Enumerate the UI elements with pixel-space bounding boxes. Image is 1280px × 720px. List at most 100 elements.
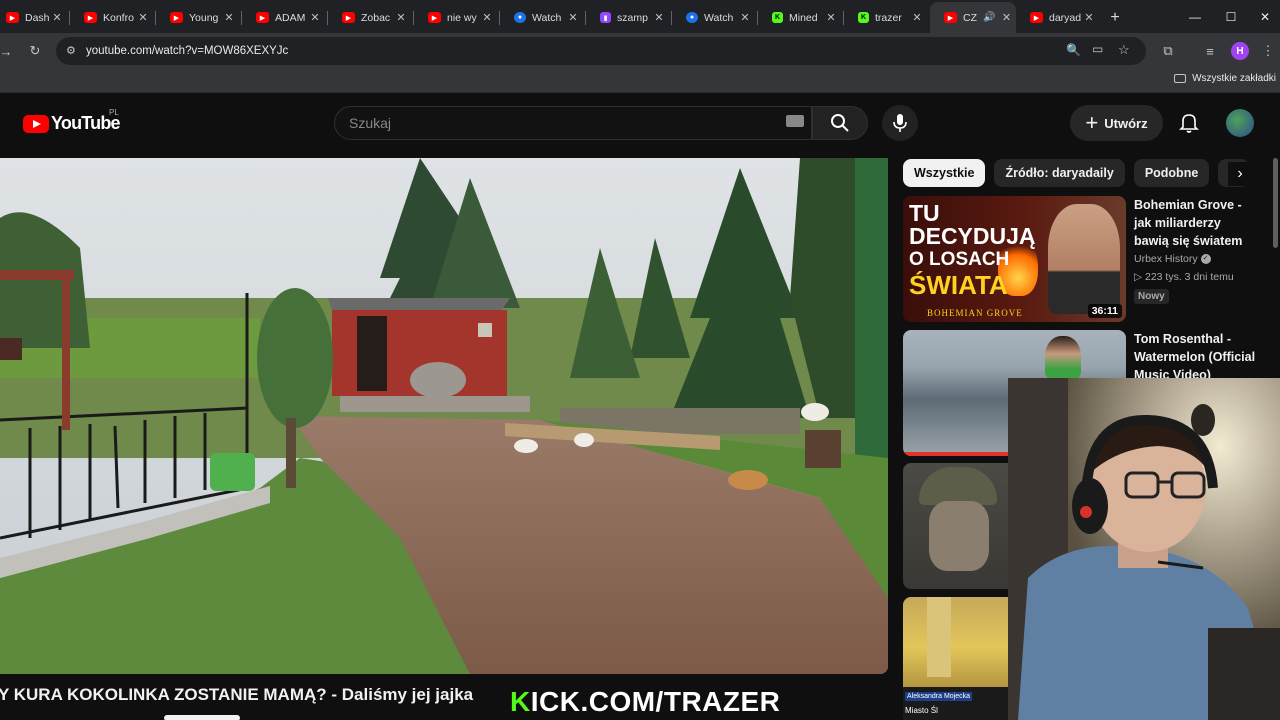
tab-label: trazer xyxy=(875,11,902,24)
tab-label: Watch xyxy=(704,11,734,24)
video-thumbnail[interactable]: TU DECYDUJĄ O LOSACH ŚWIATA BOHEMIAN GRO… xyxy=(903,196,1126,322)
bookmark-star-icon[interactable]: ☆ xyxy=(1118,42,1130,58)
tab-label: szamp xyxy=(617,11,648,24)
browser-tab[interactable]: ▮ szamp ✕ xyxy=(586,2,672,33)
browser-tab-active[interactable]: ▶ CZ 🔊 ✕ xyxy=(930,2,1016,33)
tab-close-icon[interactable]: ✕ xyxy=(910,11,924,24)
youtube-play-icon xyxy=(23,114,49,133)
maximize-button[interactable]: ☐ xyxy=(1212,0,1250,33)
tab-close-icon[interactable]: ✕ xyxy=(136,11,150,24)
globe-favicon-icon: ● xyxy=(514,12,526,23)
thumbnail-line-3: O LOSACH xyxy=(909,249,1010,270)
video-title[interactable]: Tom Rosenthal - Watermelon (Official Mus… xyxy=(1134,330,1259,384)
thumbnail-figure xyxy=(1045,336,1081,380)
profile-letter: H xyxy=(1236,45,1244,57)
tab-label: Zobac xyxy=(361,11,391,24)
filter-chips: Wszystkie Źródło: daryadaily Podobne D xyxy=(903,159,1263,187)
all-bookmarks-button[interactable]: Wszystkie zakładki xyxy=(1174,73,1276,84)
video-frame-image xyxy=(0,158,888,674)
youtube-favicon-icon: ▶ xyxy=(170,12,183,23)
browser-tab[interactable]: ▶ Zobac ✕ xyxy=(328,2,414,33)
chip-all[interactable]: Wszystkie xyxy=(903,159,986,187)
channel-label: Urbex History xyxy=(1134,253,1198,265)
tab-close-icon[interactable]: ✕ xyxy=(1082,11,1096,24)
tab-label: Mined xyxy=(789,11,818,24)
sidebar-scrollbar[interactable] xyxy=(1273,158,1278,248)
browser-tab[interactable]: ▶ nie wy ✕ xyxy=(414,2,500,33)
verified-check-icon: ✓ xyxy=(1200,254,1211,265)
tab-label: daryad xyxy=(1049,11,1082,24)
plus-icon: + xyxy=(1085,110,1099,135)
address-bar[interactable]: ⚙ youtube.com/watch?v=MOW86XEXYJc 🔍 ▭ ☆ xyxy=(56,37,1146,65)
profile-avatar[interactable]: H xyxy=(1231,42,1249,60)
search-button[interactable] xyxy=(812,106,868,140)
thumbnail-line-2: DECYDUJĄ xyxy=(909,223,1036,249)
account-avatar[interactable] xyxy=(1226,109,1254,137)
url-text: youtube.com/watch?v=MOW86XEXYJc xyxy=(86,45,289,57)
browser-tab[interactable]: K Mined ✕ xyxy=(758,2,844,33)
browser-tab[interactable]: ▶ ADAM ✕ xyxy=(242,2,328,33)
video-player[interactable] xyxy=(0,158,888,674)
youtube-favicon-icon: ▶ xyxy=(256,12,269,23)
tab-close-icon[interactable]: ✕ xyxy=(222,11,236,24)
video-duration: 36:11 xyxy=(1087,304,1122,318)
create-label: Utwórz xyxy=(1104,115,1148,131)
thumbnail-soldier-face xyxy=(929,501,989,571)
browser-tab[interactable]: ▶ Konfro ✕ xyxy=(70,2,156,33)
search-box xyxy=(334,106,812,140)
webcam-image xyxy=(1008,378,1280,720)
window-close-button[interactable]: ✕ xyxy=(1246,0,1280,33)
create-button[interactable]: + Utwórz xyxy=(1070,105,1163,141)
tab-close-icon[interactable]: ✕ xyxy=(566,11,580,24)
streamer-webcam xyxy=(1008,378,1280,720)
thumbnail-subcaption: Miasto Śl xyxy=(905,706,938,715)
thumbnail-line-1: TU xyxy=(909,200,940,226)
media-control-icon[interactable]: ≡ xyxy=(1200,41,1220,61)
youtube-favicon-icon: ▶ xyxy=(342,12,355,23)
tab-close-icon[interactable]: ✕ xyxy=(308,11,322,24)
voice-search-button[interactable] xyxy=(882,105,918,141)
new-tab-button[interactable]: + xyxy=(1102,2,1128,33)
browser-menu-icon[interactable]: ⋮ xyxy=(1258,41,1278,61)
extensions-icon[interactable]: ⧉ xyxy=(1158,41,1178,61)
kick-overlay-text: KICK.COM/TRAZER xyxy=(510,686,780,718)
zoom-icon[interactable]: 🔍 xyxy=(1066,43,1081,57)
tab-close-icon[interactable]: ✕ xyxy=(652,11,666,24)
tab-close-icon[interactable]: ✕ xyxy=(480,11,494,24)
reload-icon[interactable]: ↻ xyxy=(25,41,45,61)
tab-label: Watch xyxy=(532,11,562,24)
tab-close-icon[interactable]: ✕ xyxy=(394,11,408,24)
speaker-icon[interactable]: 🔊 xyxy=(983,12,995,23)
tab-close-icon[interactable]: ✕ xyxy=(738,11,752,24)
chip-source[interactable]: Źródło: daryadaily xyxy=(994,159,1125,187)
minimize-button[interactable]: — xyxy=(1176,0,1214,33)
forward-icon[interactable]: → xyxy=(0,41,16,61)
keyboard-icon[interactable] xyxy=(786,115,804,127)
browser-tab[interactable]: ▶ Young ✕ xyxy=(156,2,242,33)
notifications-button[interactable] xyxy=(1174,107,1204,139)
thumbnail-caption: BOHEMIAN GROVE xyxy=(927,308,1023,318)
video-title[interactable]: Bohemian Grove - jak miliarderzy bawią s… xyxy=(1134,196,1259,250)
tab-close-icon[interactable]: ✕ xyxy=(50,11,64,24)
youtube-logo[interactable]: YouTube xyxy=(23,113,121,134)
scroll-handle[interactable] xyxy=(164,715,240,720)
youtube-favicon-icon: ▶ xyxy=(84,12,97,23)
browser-tab[interactable]: ▶ Dashbo ✕ xyxy=(0,2,70,33)
chip-similar[interactable]: Podobne xyxy=(1133,159,1210,187)
browser-tab[interactable]: ● Watch ✕ xyxy=(672,2,758,33)
browser-tab[interactable]: ▶ daryad ✕ xyxy=(1016,2,1102,33)
search-input[interactable] xyxy=(349,115,769,131)
tab-label: ADAM xyxy=(275,11,306,24)
channel-name[interactable]: Urbex History ✓ xyxy=(1134,250,1211,268)
chevron-right-icon[interactable]: › xyxy=(1228,162,1252,186)
tab-close-icon[interactable]: ✕ xyxy=(824,11,838,24)
recommendation-item[interactable]: TU DECYDUJĄ O LOSACH ŚWIATA BOHEMIAN GRO… xyxy=(903,196,1273,322)
thumbnail-text: TU DECYDUJĄ O LOSACH ŚWIATA xyxy=(909,200,1036,300)
site-info-icon[interactable]: ⚙ xyxy=(66,44,76,57)
cast-icon[interactable]: ▭ xyxy=(1092,42,1103,56)
browser-tab[interactable]: K trazer ✕ xyxy=(844,2,930,33)
tab-close-icon[interactable]: ✕ xyxy=(999,11,1013,24)
browser-tab[interactable]: ● Watch ✕ xyxy=(500,2,586,33)
country-code: PL xyxy=(109,108,119,117)
youtube-favicon-icon: ▶ xyxy=(1030,12,1043,23)
